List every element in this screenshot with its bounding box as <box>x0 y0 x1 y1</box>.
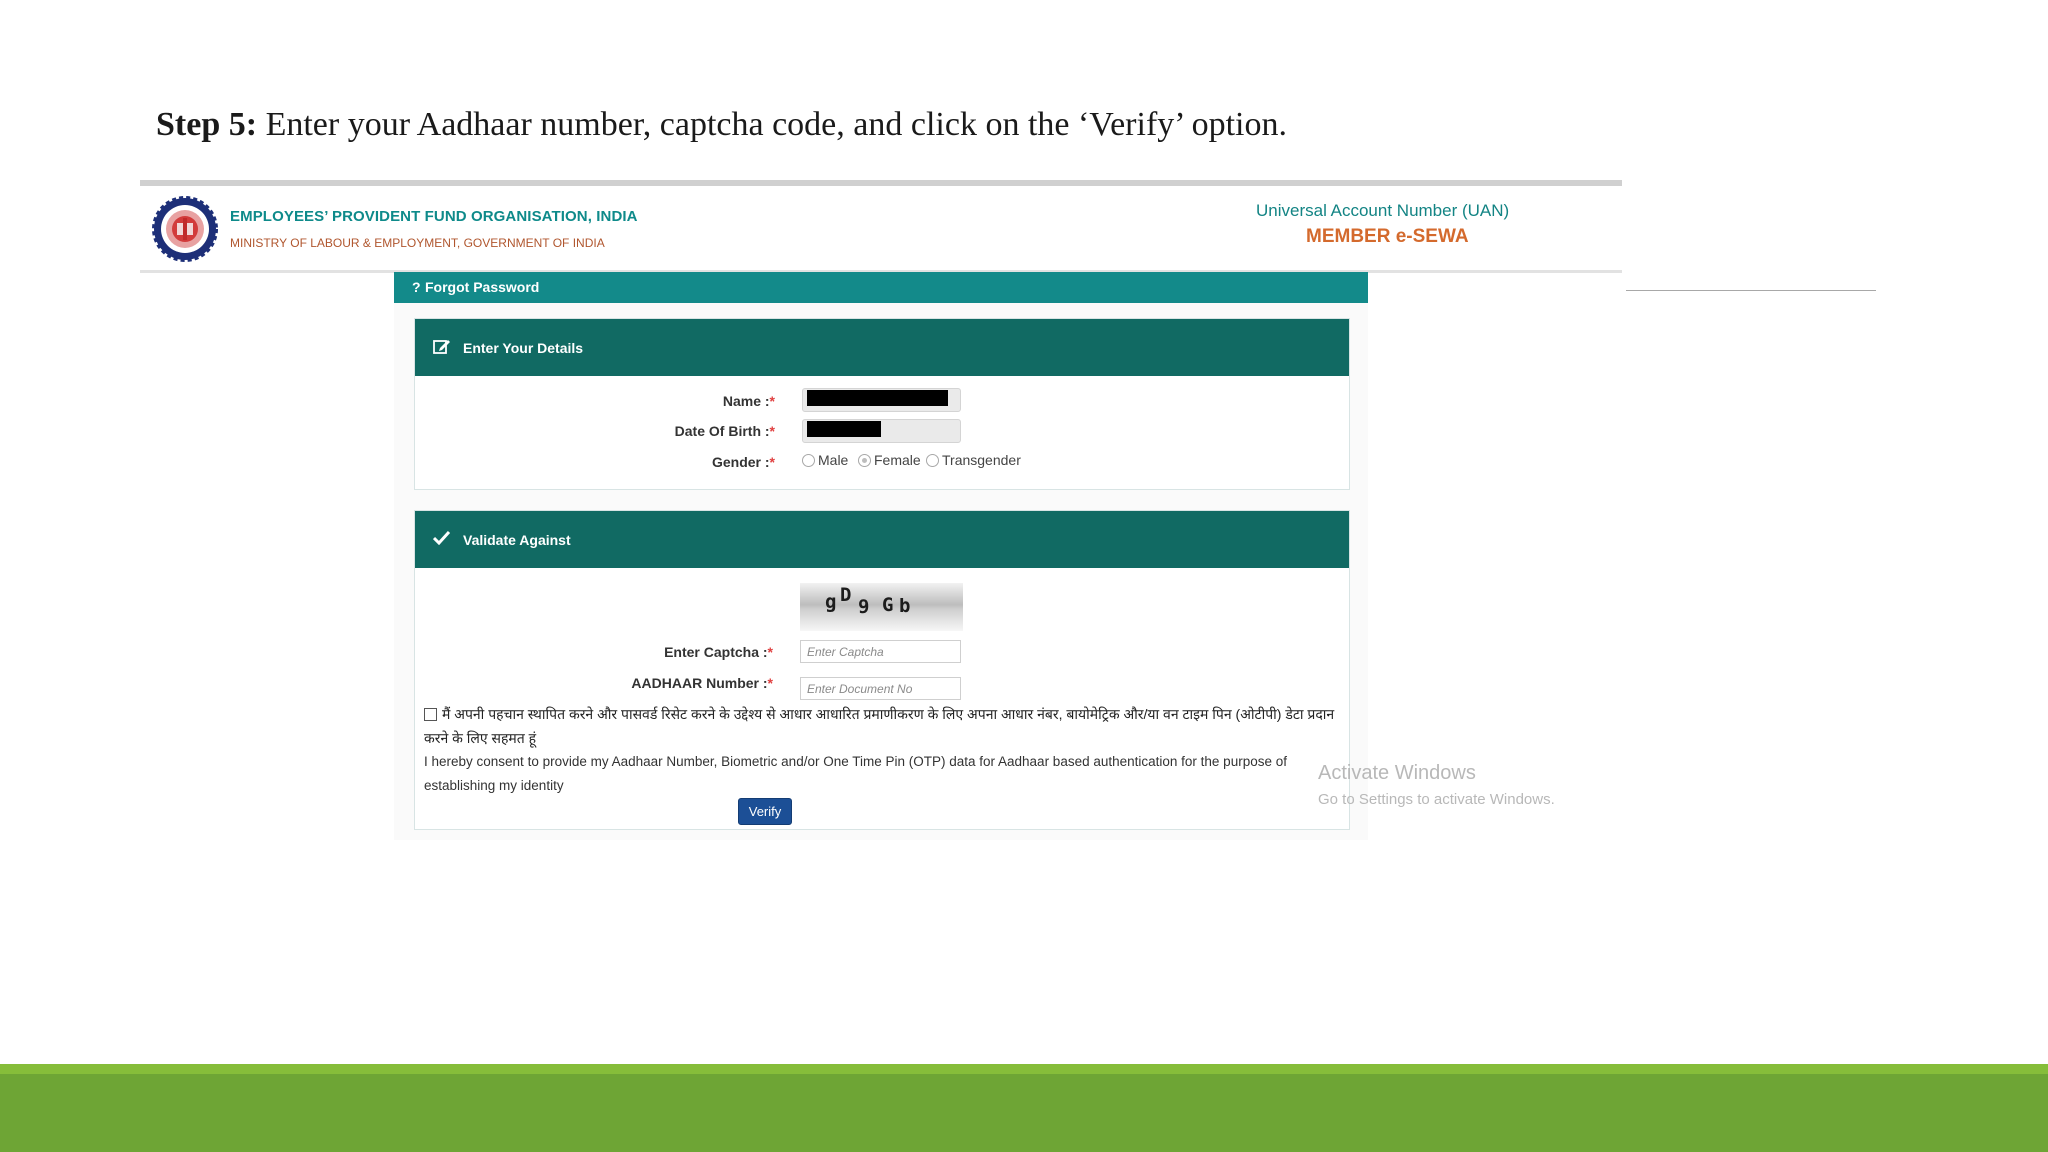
consent-hindi-text: मैं अपनी पहचान स्थापित करने और पासवर्ड र… <box>424 706 1335 746</box>
dob-redaction <box>807 421 881 437</box>
gender-radio-male[interactable] <box>802 454 815 467</box>
details-panel-header: Enter Your Details <box>415 319 1349 376</box>
details-panel-title: Enter Your Details <box>463 340 584 356</box>
validate-panel-title: Validate Against <box>463 532 571 548</box>
side-divider <box>1626 290 1876 291</box>
gender-option-male: Male <box>818 452 849 468</box>
gender-radio-female[interactable] <box>858 454 871 467</box>
captcha-input[interactable] <box>800 640 961 663</box>
question-icon: ? <box>412 279 421 295</box>
captcha-char: b <box>899 595 910 617</box>
captcha-text: g D 9 G b <box>825 584 910 618</box>
captcha-image: g D 9 G b <box>800 583 963 631</box>
portal-subtitle: MEMBER e-SEWA <box>1306 226 1469 247</box>
slide-title: Step 5: Enter your Aadhaar number, captc… <box>156 106 1287 144</box>
gender-option-female: Female <box>874 452 921 468</box>
aadhaar-input[interactable] <box>800 677 961 700</box>
name-label: Name :* <box>722 393 775 409</box>
activate-windows-subtitle: Go to Settings to activate Windows. <box>1318 791 1555 808</box>
footer-band <box>0 1074 2048 1152</box>
activate-windows-title: Activate Windows <box>1318 762 1476 784</box>
gender-option-transgender: Transgender <box>942 452 1021 468</box>
captcha-label: Enter Captcha :* <box>664 644 773 660</box>
footer-band-light <box>0 1064 2048 1074</box>
consent-checkbox[interactable] <box>424 708 437 721</box>
org-name: EMPLOYEES’ PROVIDENT FUND ORGANISATION, … <box>230 208 638 225</box>
captcha-char: G <box>882 594 893 616</box>
consent-english-text: I hereby consent to provide my Aadhaar N… <box>424 754 1287 793</box>
captcha-char: D <box>840 584 851 606</box>
gender-radio-transgender[interactable] <box>926 454 939 467</box>
aadhaar-label: AADHAAR Number :* <box>631 675 773 691</box>
captcha-char: g <box>825 591 836 613</box>
check-icon <box>433 530 450 545</box>
section-title: Forgot Password <box>425 279 540 295</box>
dob-label: Date Of Birth :* <box>674 423 775 439</box>
step-instruction: Enter your Aadhaar number, captcha code,… <box>265 106 1287 143</box>
captcha-char: 9 <box>858 596 869 618</box>
name-redaction <box>807 390 948 406</box>
forgot-password-bar: ? Forgot Password <box>394 272 1368 303</box>
org-subtitle: MINISTRY OF LABOUR & EMPLOYMENT, GOVERNM… <box>230 236 605 250</box>
verify-button[interactable]: Verify <box>738 798 792 825</box>
validate-panel-header: Validate Against <box>415 511 1349 568</box>
portal-title: Universal Account Number (UAN) <box>1256 201 1510 220</box>
site-header: EMPLOYEES’ PROVIDENT FUND ORGANISATION, … <box>140 186 1622 273</box>
epfo-logo-icon <box>152 196 218 262</box>
step-label: Step 5: <box>156 106 258 143</box>
edit-icon <box>433 340 450 354</box>
gender-label: Gender :* <box>711 454 775 470</box>
